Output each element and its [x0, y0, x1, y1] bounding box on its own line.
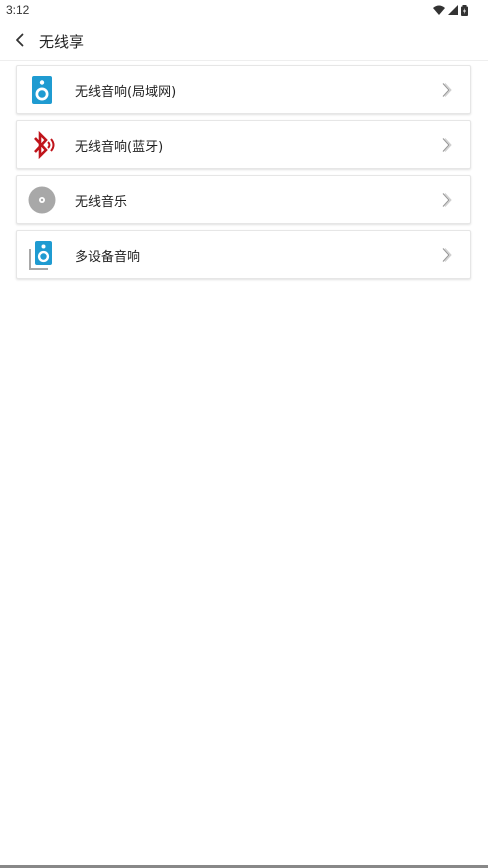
page-title: 无线享	[39, 33, 85, 51]
chevron-right-icon	[442, 193, 452, 207]
app-bar: 无线享	[0, 20, 488, 60]
bluetooth-icon	[34, 130, 55, 160]
chevron-right-icon	[442, 83, 452, 97]
menu-item-multi-device-speaker[interactable]: 多设备音响	[16, 230, 471, 279]
menu-item-wireless-speaker-lan[interactable]: 无线音响(局域网)	[16, 65, 471, 114]
menu-item-label: 多设备音响	[75, 250, 141, 265]
status-bar: 3:12	[0, 0, 488, 20]
menu-item-label: 无线音乐	[75, 195, 128, 210]
header-divider	[0, 60, 488, 61]
status-time: 3:12	[6, 3, 30, 17]
chevron-right-icon	[442, 138, 452, 152]
menu-item-wireless-music[interactable]: 无线音乐	[16, 175, 471, 224]
menu-item-label: 无线音响(局域网)	[75, 85, 177, 100]
menu-item-wireless-speaker-bluetooth[interactable]: 无线音响(蓝牙)	[16, 120, 471, 169]
wifi-icon	[433, 5, 445, 15]
back-button[interactable]	[8, 28, 32, 52]
multi-speaker-icon	[29, 241, 52, 270]
speaker-icon	[32, 76, 52, 104]
battery-icon	[461, 4, 468, 16]
status-icons	[433, 4, 468, 16]
disc-icon	[28, 186, 56, 214]
menu-item-label: 无线音响(蓝牙)	[75, 140, 164, 155]
back-arrow-icon	[16, 33, 24, 47]
chevron-right-icon	[442, 248, 452, 262]
signal-icon	[448, 5, 458, 15]
